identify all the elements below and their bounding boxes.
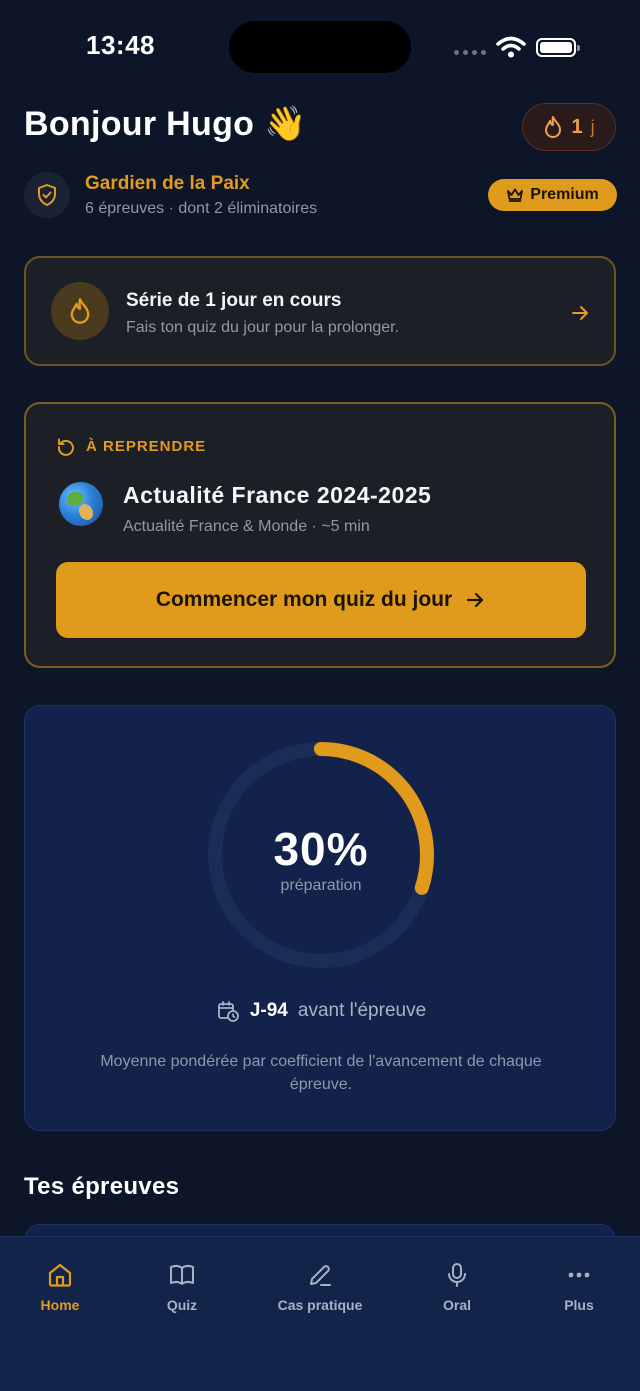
streak-card-flame <box>51 282 109 340</box>
progress-label: préparation <box>280 877 362 894</box>
countdown-days: J-94 <box>249 1000 288 1021</box>
quiz-title[interactable]: Actualité France 2024-2025 <box>123 482 431 509</box>
tab-home-label: Home <box>40 1297 80 1313</box>
crown-icon <box>507 188 524 202</box>
role-subtitle: 6 épreuves · dont 2 éliminatoires <box>85 200 318 217</box>
tab-quiz-label: Quiz <box>166 1297 198 1313</box>
quiz-subtitle: Actualité France & Monde · ~5 min <box>123 518 370 535</box>
flame-icon <box>70 298 90 324</box>
streak-unit: j <box>590 116 595 137</box>
greeting-title: Bonjour Hugo 👋 <box>24 105 307 143</box>
resume-label: À REPRENDRE <box>86 438 207 455</box>
tab-bar: Home Quiz Cas pratique Oral Plus <box>0 1236 640 1391</box>
countdown-text: avant l'épreuve <box>297 1000 427 1021</box>
battery-icon <box>536 38 580 57</box>
tab-home[interactable]: Home <box>0 1261 120 1313</box>
home-icon <box>48 1263 72 1287</box>
arrow-right-icon <box>467 592 484 608</box>
progress-percent: 30% <box>273 823 369 875</box>
status-time: 13:48 <box>86 30 155 60</box>
status-bar: 13:48 <box>0 0 640 96</box>
tab-cas-pratique[interactable]: Cas pratique <box>260 1261 380 1313</box>
progress-footnote: Moyenne pondérée par coefficient de l'av… <box>100 1053 542 1093</box>
tab-cas-pratique-label: Cas pratique <box>277 1297 363 1313</box>
flame-icon <box>545 116 562 138</box>
calendar-clock-icon <box>217 1001 239 1022</box>
pencil-icon <box>310 1265 331 1286</box>
tab-quiz[interactable]: Quiz <box>122 1261 242 1313</box>
progress-card: 30% préparation J-94 avant l'épreuve Moy… <box>24 705 616 1131</box>
dynamic-island <box>229 21 411 73</box>
microphone-icon <box>448 1263 466 1287</box>
globe-icon <box>59 482 103 526</box>
tab-oral-label: Oral <box>442 1297 471 1313</box>
streak-card[interactable]: Série de 1 jour en cours Fais ton quiz d… <box>24 256 616 366</box>
start-quiz-button[interactable]: Commencer mon quiz du jour <box>56 562 586 638</box>
tab-plus-label: Plus <box>564 1297 594 1313</box>
role-title[interactable]: Gardien de la Paix <box>85 173 250 195</box>
shield-avatar <box>24 172 70 218</box>
streak-pill[interactable]: 1 j <box>522 103 616 151</box>
signal-icon <box>454 50 486 55</box>
tab-oral[interactable]: Oral <box>397 1261 517 1313</box>
streak-count: 1 <box>571 115 583 138</box>
streak-card-subtitle: Fais ton quiz du jour pour la prolonger. <box>126 319 400 336</box>
wifi-icon <box>496 36 526 58</box>
premium-badge[interactable]: Premium <box>488 179 617 211</box>
more-icon <box>568 1272 590 1278</box>
arrow-right-icon <box>572 306 588 320</box>
book-icon <box>170 1264 194 1285</box>
exam-countdown: J-94 avant l'épreuve <box>25 999 617 1023</box>
shield-icon <box>38 184 56 206</box>
premium-label: Premium <box>530 186 599 203</box>
streak-card-title: Série de 1 jour en cours <box>126 290 342 311</box>
start-quiz-label: Commencer mon quiz du jour <box>155 588 453 611</box>
restart-icon <box>57 438 74 456</box>
section-title: Tes épreuves <box>24 1173 180 1200</box>
tab-plus[interactable]: Plus <box>519 1261 639 1313</box>
resume-card: À REPRENDRE Actualité France 2024-2025 A… <box>24 402 616 668</box>
